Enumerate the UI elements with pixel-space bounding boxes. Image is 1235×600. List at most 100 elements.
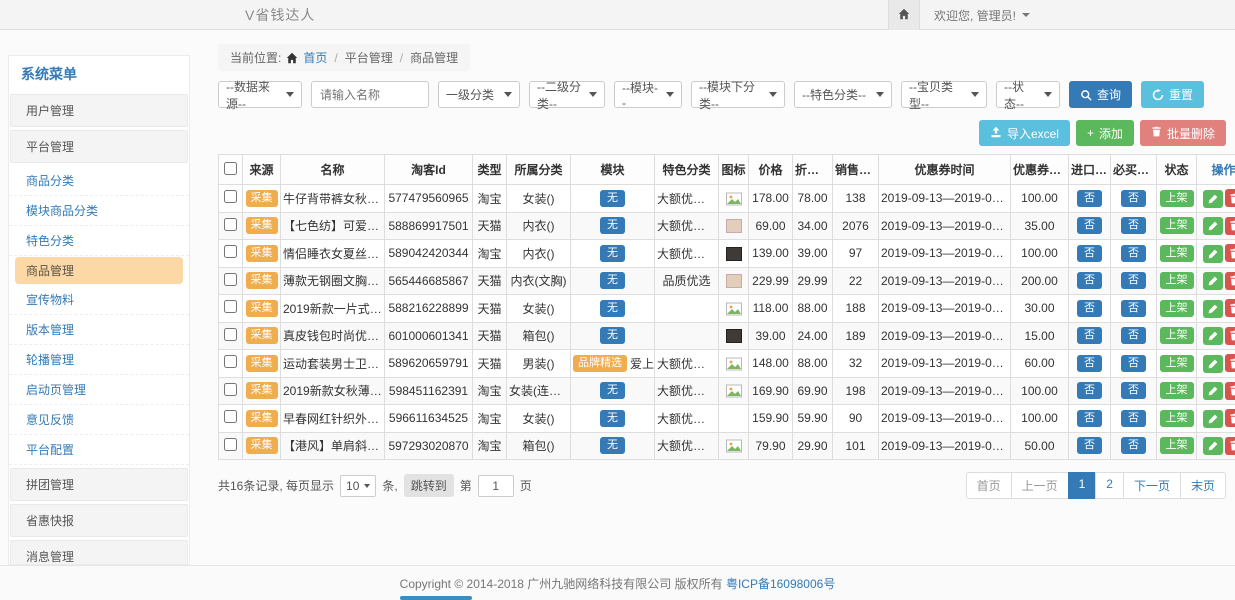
breadcrumb-home-link[interactable]: 首页 [303,49,327,66]
must-buy-badge[interactable]: 否 [1121,217,1146,234]
pager-button-下一页[interactable]: 下一页 [1123,472,1181,499]
must-buy-badge[interactable]: 否 [1121,410,1146,427]
row-checkbox[interactable] [224,300,237,313]
delete-button[interactable] [1225,409,1235,427]
status-badge[interactable]: 上架 [1160,217,1194,234]
level1-category-select[interactable]: 一级分类 [438,81,520,108]
feature-category-select[interactable]: --特色分类-- [794,81,892,108]
edit-button[interactable] [1203,327,1223,345]
add-button[interactable]: + 添加 [1076,120,1134,146]
status-badge[interactable]: 上架 [1160,300,1194,317]
name-search-input[interactable] [311,81,429,108]
pager-button-末页[interactable]: 末页 [1180,472,1226,499]
batch-delete-button[interactable]: 批量删除 [1140,120,1226,146]
sidebar-item-link[interactable]: 轮播管理 [9,345,189,375]
import-select-badge[interactable]: 否 [1077,382,1102,399]
must-buy-badge[interactable]: 否 [1121,300,1146,317]
delete-button[interactable] [1225,272,1235,290]
user-menu[interactable]: 欢迎您, 管理员! [920,0,1235,30]
row-checkbox[interactable] [224,273,237,286]
delete-button[interactable] [1225,327,1235,345]
sidebar-group-item[interactable]: 省惠快报 [10,504,188,537]
edit-button[interactable] [1203,190,1223,208]
sidebar-group-expanded[interactable]: 平台管理 [10,130,188,163]
home-button[interactable] [888,0,920,30]
sidebar-item-link[interactable]: 商品分类 [9,166,189,196]
select-all-checkbox[interactable] [224,162,237,175]
delete-button[interactable] [1225,299,1235,317]
import-select-badge[interactable]: 否 [1077,190,1102,207]
edit-button[interactable] [1203,272,1223,290]
edit-button[interactable] [1203,245,1223,263]
row-checkbox[interactable] [224,190,237,203]
edit-button[interactable] [1203,300,1223,318]
edit-button[interactable] [1203,355,1223,373]
module-subcategory-select[interactable]: --模块下分类-- [691,81,785,108]
status-badge[interactable]: 上架 [1160,410,1194,427]
status-badge[interactable]: 上架 [1160,245,1194,262]
sidebar-item-link[interactable]: 意见反馈 [9,405,189,435]
sidebar-group-item[interactable]: 用户管理 [10,94,188,127]
status-badge[interactable]: 上架 [1160,190,1194,207]
import-select-badge[interactable]: 否 [1077,327,1102,344]
must-buy-badge[interactable]: 否 [1121,437,1146,454]
row-checkbox[interactable] [224,383,237,396]
import-select-badge[interactable]: 否 [1077,245,1102,262]
sidebar-item-active[interactable]: 商品管理 [15,257,183,284]
status-badge[interactable]: 上架 [1160,327,1194,344]
sidebar-item-link[interactable]: 启动页管理 [9,375,189,405]
import-select-badge[interactable]: 否 [1077,437,1102,454]
import-select-badge[interactable]: 否 [1077,217,1102,234]
row-checkbox[interactable] [224,438,237,451]
import-excel-button[interactable]: 导入excel [979,120,1070,146]
must-buy-badge[interactable]: 否 [1121,382,1146,399]
pager-button-1[interactable]: 1 [1068,472,1097,499]
import-select-badge[interactable]: 否 [1077,300,1102,317]
page-number-input[interactable] [478,475,514,497]
jump-to-button[interactable]: 跳转到 [404,474,454,497]
delete-button[interactable] [1225,217,1235,235]
delete-button[interactable] [1225,382,1235,400]
sidebar-item-link[interactable]: 模块商品分类 [9,196,189,226]
must-buy-badge[interactable]: 否 [1121,190,1146,207]
status-badge[interactable]: 上架 [1160,382,1194,399]
edit-button[interactable] [1203,410,1223,428]
sidebar-item-link[interactable]: 平台配置 [9,435,189,465]
import-select-badge[interactable]: 否 [1077,272,1102,289]
status-badge[interactable]: 上架 [1160,355,1194,372]
must-buy-badge[interactable]: 否 [1121,245,1146,262]
level2-category-select[interactable]: --二级分类-- [529,81,605,108]
sidebar-item-link[interactable]: 版本管理 [9,315,189,345]
import-select-badge[interactable]: 否 [1077,355,1102,372]
module-select[interactable]: --模块-- [614,81,682,108]
horizontal-scrollbar-thumb[interactable] [400,596,472,600]
sidebar-group-item[interactable]: 拼团管理 [10,468,188,501]
edit-button[interactable] [1203,382,1223,400]
status-select[interactable]: --状态-- [996,81,1060,108]
row-checkbox[interactable] [224,245,237,258]
must-buy-badge[interactable]: 否 [1121,272,1146,289]
search-button[interactable]: 查询 [1069,81,1132,108]
edit-button[interactable] [1203,437,1223,455]
delete-button[interactable] [1225,244,1235,262]
delete-button[interactable] [1225,189,1235,207]
must-buy-badge[interactable]: 否 [1121,355,1146,372]
edit-button[interactable] [1203,217,1223,235]
sidebar-group-item[interactable]: 消息管理 [10,540,188,565]
delete-button[interactable] [1225,354,1235,372]
data-source-select[interactable]: --数据来源-- [218,81,302,108]
reset-button[interactable]: 重置 [1141,81,1204,108]
import-select-badge[interactable]: 否 [1077,410,1102,427]
row-checkbox[interactable] [224,218,237,231]
sidebar-item-link[interactable]: 特色分类 [9,226,189,256]
status-badge[interactable]: 上架 [1160,437,1194,454]
row-checkbox[interactable] [224,410,237,423]
delete-button[interactable] [1225,437,1235,455]
status-badge[interactable]: 上架 [1160,272,1194,289]
pager-button-2[interactable]: 2 [1095,472,1124,499]
row-checkbox[interactable] [224,328,237,341]
must-buy-badge[interactable]: 否 [1121,327,1146,344]
icp-link[interactable]: 粤ICP备16098006号 [726,575,835,592]
row-checkbox[interactable] [224,355,237,368]
item-type-select[interactable]: --宝贝类型-- [901,81,987,108]
